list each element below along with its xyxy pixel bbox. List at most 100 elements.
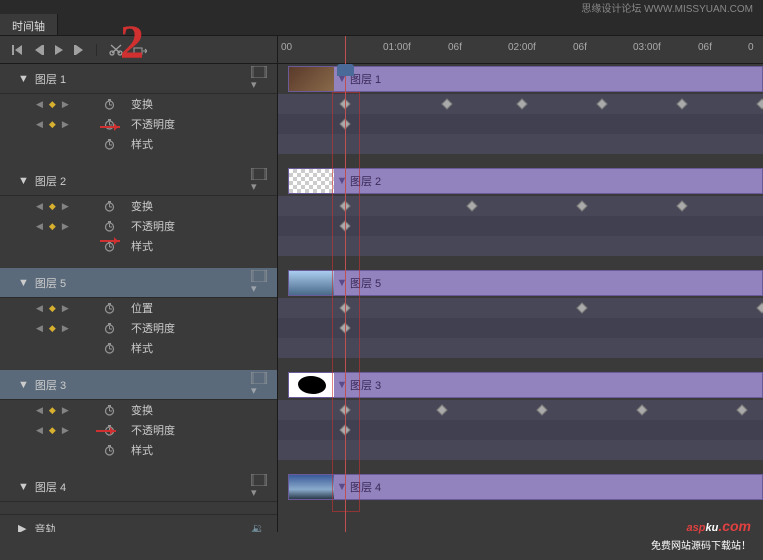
kf-prev-icon[interactable]: ◀ xyxy=(36,303,43,314)
prop-track-变换[interactable] xyxy=(278,94,763,114)
prop-track-位置[interactable] xyxy=(278,298,763,318)
clip-l3[interactable]: ▼图层 3 xyxy=(288,372,763,398)
layer-menu-icon[interactable]: ▾ xyxy=(251,270,267,295)
layer-name: 图层 4 xyxy=(35,479,66,495)
kf-next-icon[interactable]: ▶ xyxy=(62,323,69,334)
prop-track-不透明度[interactable] xyxy=(278,420,763,440)
stopwatch-icon[interactable] xyxy=(104,221,115,232)
keyframe-toggle-icon[interactable]: ◆ xyxy=(49,119,56,130)
keyframe-icon[interactable] xyxy=(536,404,547,415)
chevron-right-icon[interactable]: ▶ xyxy=(18,522,26,532)
playhead-handle-icon[interactable] xyxy=(337,64,354,76)
keyframe-toggle-icon[interactable]: ◆ xyxy=(49,425,56,436)
kf-next-icon[interactable]: ▶ xyxy=(62,405,69,416)
keyframe-toggle-icon[interactable]: ◆ xyxy=(49,201,56,212)
next-frame-icon[interactable] xyxy=(74,45,84,55)
keyframe-icon[interactable] xyxy=(676,98,687,109)
kf-prev-icon[interactable]: ◀ xyxy=(36,323,43,334)
play-icon[interactable] xyxy=(54,45,64,55)
prop-track-不透明度[interactable] xyxy=(278,114,763,134)
keyframe-icon[interactable] xyxy=(436,404,447,415)
stopwatch-icon[interactable] xyxy=(104,99,115,110)
playhead[interactable] xyxy=(345,36,346,532)
clip-disclose-icon[interactable]: ▼ xyxy=(336,277,348,289)
speaker-icon[interactable]: 🔉 xyxy=(251,522,265,532)
clip-l5[interactable]: ▼图层 5 xyxy=(288,270,763,296)
keyframe-icon[interactable] xyxy=(516,98,527,109)
kf-prev-icon[interactable]: ◀ xyxy=(36,201,43,212)
prop-track-样式[interactable] xyxy=(278,134,763,154)
keyframe-icon[interactable] xyxy=(596,98,607,109)
layer-menu-icon[interactable]: ▾ xyxy=(251,372,267,397)
first-frame-icon[interactable] xyxy=(12,45,24,55)
layer-row-l2[interactable]: ▼图层 2 ▾ xyxy=(0,166,277,196)
keyframe-icon[interactable] xyxy=(756,302,763,313)
clip-l1[interactable]: ▼图层 1 xyxy=(288,66,763,92)
stopwatch-icon[interactable] xyxy=(104,241,115,252)
layer-menu-icon[interactable]: ▾ xyxy=(251,168,267,193)
tab-timeline[interactable]: 时间轴 xyxy=(0,14,58,35)
scissors-icon[interactable] xyxy=(109,44,123,56)
keyframe-toggle-icon[interactable]: ◆ xyxy=(49,99,56,110)
kf-prev-icon[interactable]: ◀ xyxy=(36,221,43,232)
keyframe-icon[interactable] xyxy=(676,200,687,211)
kf-next-icon[interactable]: ▶ xyxy=(62,119,69,130)
stopwatch-icon[interactable] xyxy=(104,119,115,130)
chevron-down-icon[interactable]: ▼ xyxy=(18,277,29,289)
kf-prev-icon[interactable]: ◀ xyxy=(36,119,43,130)
prop-track-变换[interactable] xyxy=(278,196,763,216)
stopwatch-icon[interactable] xyxy=(104,303,115,314)
prop-track-不透明度[interactable] xyxy=(278,216,763,236)
keyframe-toggle-icon[interactable]: ◆ xyxy=(49,303,56,314)
layer-row-l1[interactable]: ▼图层 1 ▾ xyxy=(0,64,277,94)
kf-next-icon[interactable]: ▶ xyxy=(62,201,69,212)
kf-prev-icon[interactable]: ◀ xyxy=(36,99,43,110)
keyframe-toggle-icon[interactable]: ◆ xyxy=(49,405,56,416)
chevron-down-icon[interactable]: ▼ xyxy=(18,73,29,85)
stopwatch-icon[interactable] xyxy=(104,425,115,436)
stopwatch-icon[interactable] xyxy=(104,405,115,416)
time-ruler[interactable]: 0001:00f06f02:00f06f03:00f06f0 xyxy=(278,36,763,64)
keyframe-toggle-icon[interactable]: ◆ xyxy=(49,221,56,232)
keyframe-icon[interactable] xyxy=(441,98,452,109)
audio-track-row[interactable]: ▶ 音轨 🔉 xyxy=(0,514,277,532)
layer-row-l5[interactable]: ▼图层 5 ▾ xyxy=(0,268,277,298)
stopwatch-icon[interactable] xyxy=(104,323,115,334)
layer-menu-icon[interactable]: ▾ xyxy=(251,66,267,91)
kf-next-icon[interactable]: ▶ xyxy=(62,99,69,110)
prop-track-样式[interactable] xyxy=(278,440,763,460)
kf-prev-icon[interactable]: ◀ xyxy=(36,425,43,436)
chevron-down-icon[interactable]: ▼ xyxy=(18,481,29,493)
kf-next-icon[interactable]: ▶ xyxy=(62,425,69,436)
keyframe-icon[interactable] xyxy=(636,404,647,415)
clip-disclose-icon[interactable]: ▼ xyxy=(336,481,348,493)
stopwatch-icon[interactable] xyxy=(104,139,115,150)
kf-prev-icon[interactable]: ◀ xyxy=(36,405,43,416)
prev-frame-icon[interactable] xyxy=(34,45,44,55)
prop-track-变换[interactable] xyxy=(278,400,763,420)
stopwatch-icon[interactable] xyxy=(104,201,115,212)
keyframe-icon[interactable] xyxy=(466,200,477,211)
clip-disclose-icon[interactable]: ▼ xyxy=(336,175,348,187)
keyframe-icon[interactable] xyxy=(576,302,587,313)
kf-next-icon[interactable]: ▶ xyxy=(62,303,69,314)
stopwatch-icon[interactable] xyxy=(104,445,115,456)
kf-next-icon[interactable]: ▶ xyxy=(62,221,69,232)
keyframe-toggle-icon[interactable]: ◆ xyxy=(49,323,56,334)
clip-l4[interactable]: ▼图层 4 xyxy=(288,474,763,500)
prop-track-不透明度[interactable] xyxy=(278,318,763,338)
prop-track-样式[interactable] xyxy=(278,236,763,256)
prop-track-样式[interactable] xyxy=(278,338,763,358)
keyframe-icon[interactable] xyxy=(756,98,763,109)
chevron-down-icon[interactable]: ▼ xyxy=(18,379,29,391)
layer-menu-icon[interactable]: ▾ xyxy=(251,474,267,499)
clip-disclose-icon[interactable]: ▼ xyxy=(336,379,348,391)
layer-row-l4[interactable]: ▼ 图层 4 ▾ xyxy=(0,472,277,502)
layer-row-l3[interactable]: ▼图层 3 ▾ xyxy=(0,370,277,400)
clip-l2[interactable]: ▼图层 2 xyxy=(288,168,763,194)
stopwatch-icon[interactable] xyxy=(104,343,115,354)
keyframe-icon[interactable] xyxy=(576,200,587,211)
convert-icon[interactable] xyxy=(133,44,147,56)
chevron-down-icon[interactable]: ▼ xyxy=(18,175,29,187)
keyframe-icon[interactable] xyxy=(736,404,747,415)
